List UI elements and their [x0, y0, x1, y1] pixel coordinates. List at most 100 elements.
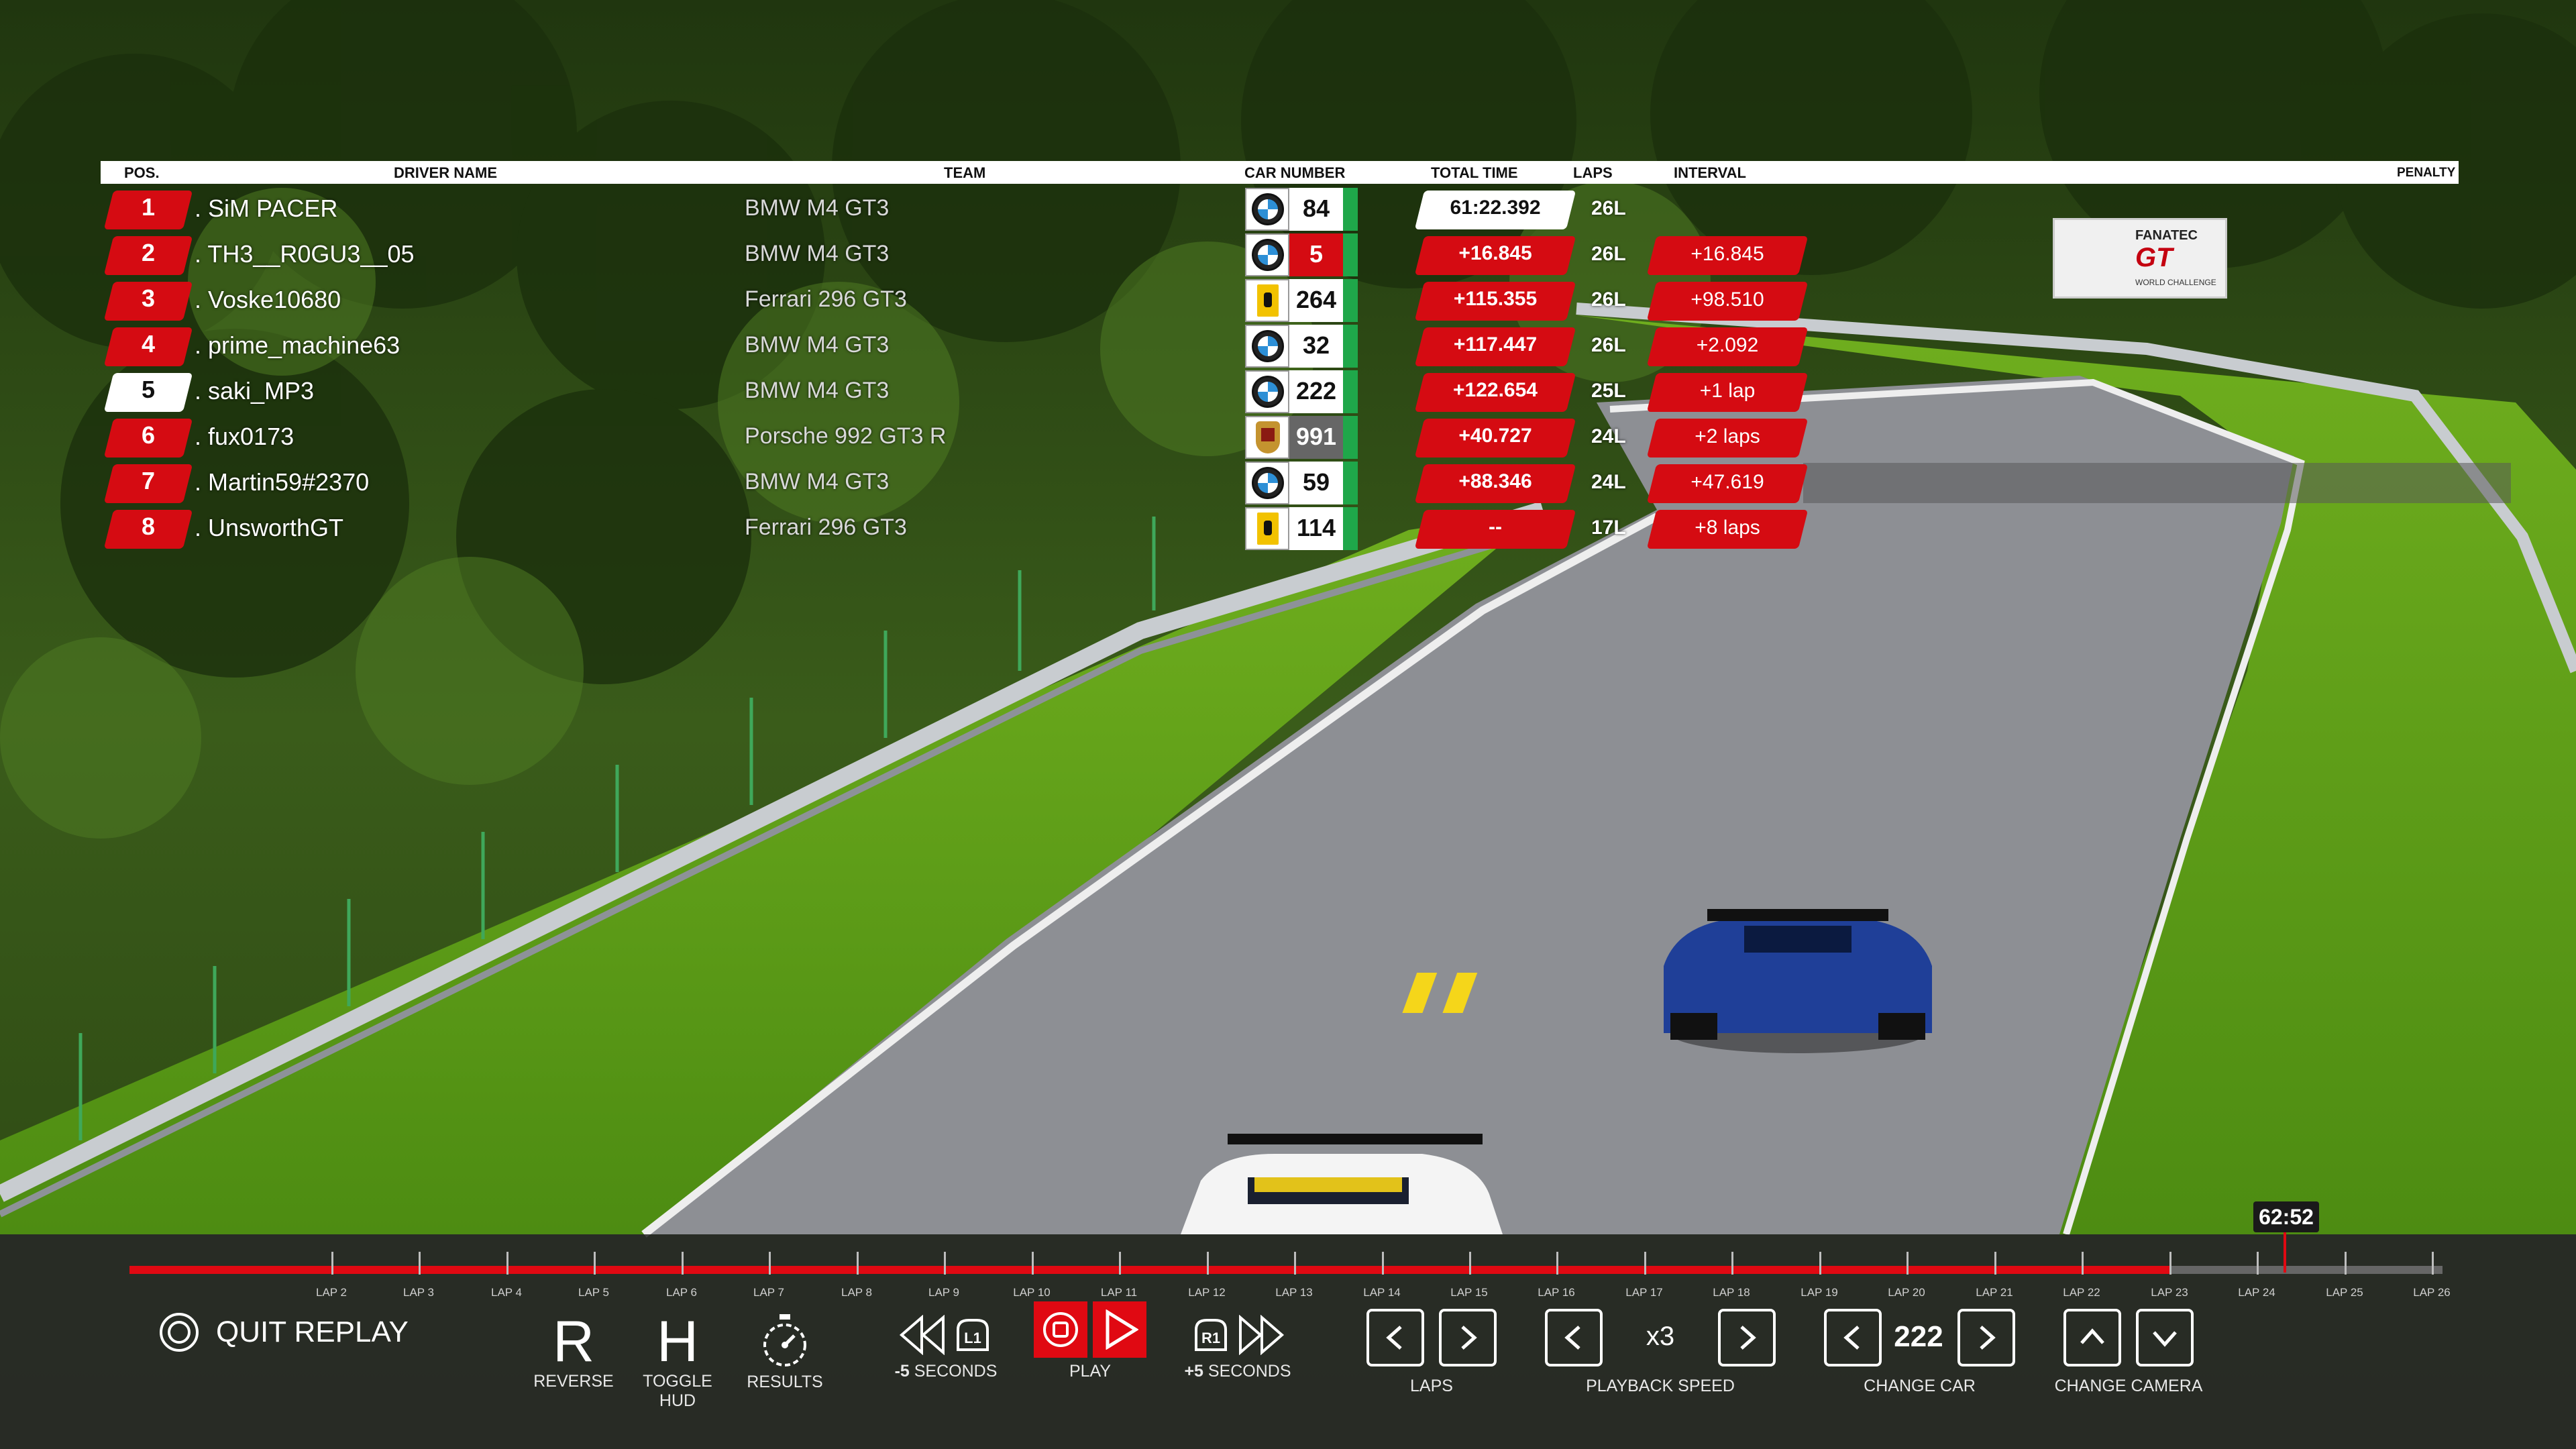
car-number: 59 [1289, 462, 1343, 504]
timeline-playhead[interactable] [2284, 1232, 2286, 1273]
playback-speed-value: x3 [1646, 1322, 1675, 1351]
play-toggle[interactable] [1093, 1301, 1146, 1358]
header-total-time: TOTAL TIME [1431, 164, 1518, 181]
timeline-tick [1731, 1252, 1733, 1275]
team-name: BMW M4 GT3 [745, 241, 890, 266]
bmw-logo-icon [1252, 239, 1284, 271]
total-time: +88.346 [1458, 470, 1532, 492]
laps-count: 26L [1591, 288, 1626, 311]
timeline-tick [1469, 1252, 1471, 1275]
quit-replay-label: QUIT REPLAY [216, 1316, 409, 1348]
timeline-tick [944, 1252, 946, 1275]
car-number: 84 [1289, 188, 1343, 231]
total-time: +40.727 [1458, 425, 1532, 447]
rewind-label: -5 SECONDS [885, 1362, 1006, 1381]
timeline-lap-label: LAP 12 [1188, 1286, 1226, 1299]
interval: +1 lap [1699, 380, 1756, 402]
results-button[interactable]: RESULTS [741, 1311, 828, 1392]
timeline-tick [769, 1252, 771, 1275]
playback-speed-label: PLAYBACK SPEED [1586, 1377, 1735, 1395]
timeline-tick [1907, 1252, 1909, 1275]
increase-speed-button[interactable] [1718, 1309, 1776, 1366]
decrease-speed-button[interactable] [1545, 1309, 1603, 1366]
header-pos: POS. [124, 164, 160, 181]
interval: +47.619 [1690, 471, 1764, 493]
header-team: TEAM [944, 164, 986, 181]
driver-name: . saki_MP3 [195, 377, 315, 405]
forward-label: +5 SECONDS [1174, 1362, 1301, 1381]
change-car-label: CHANGE CAR [1864, 1377, 1976, 1395]
l1-bumper-icon: L1 [957, 1319, 989, 1351]
timeline-tick [594, 1252, 596, 1275]
forward-5-seconds-button[interactable]: R1 +5 SECONDS [1174, 1308, 1301, 1381]
brand-logo-box [1245, 507, 1289, 550]
header-driver: DRIVER NAME [394, 164, 498, 181]
laps-count: 25L [1591, 380, 1626, 402]
timeline-lap-label: LAP 4 [490, 1286, 522, 1299]
brand-logo-box [1245, 462, 1289, 504]
timeline-lap-label: LAP 3 [402, 1286, 434, 1299]
play-button[interactable]: PLAY [1033, 1301, 1147, 1381]
car-number: 264 [1289, 279, 1343, 322]
class-strip [1343, 233, 1358, 276]
stop-toggle[interactable] [1034, 1301, 1087, 1358]
previous-camera-button[interactable] [2063, 1309, 2121, 1366]
leaderboard-row-selected[interactable]: 5 . saki_MP3 BMW M4 GT3 222 +122.654 25L… [101, 369, 2516, 415]
class-strip [1343, 188, 1358, 231]
rewind-icon [899, 1315, 945, 1355]
chevron-up-icon [2080, 1328, 2104, 1344]
rewind-5-seconds-button[interactable]: L1 -5 SECONDS [885, 1308, 1006, 1381]
timeline-lap-label: LAP 19 [1801, 1286, 1838, 1299]
chevron-right-icon [1980, 1326, 1996, 1350]
timeline-tick [1119, 1252, 1121, 1275]
quit-replay-button[interactable]: QUIT REPLAY [158, 1311, 409, 1353]
leaderboard-row[interactable]: 6 . fux0173 Porsche 992 GT3 R 991 +40.72… [101, 415, 2516, 460]
forward-seconds-value: +5 [1184, 1362, 1203, 1381]
rewind-seconds-value: -5 [894, 1362, 910, 1381]
driver-name: . SiM PACER [195, 195, 338, 222]
driver-name: . UnsworthGT [195, 514, 344, 541]
timeline-tick [857, 1252, 859, 1275]
toggle-hud-button[interactable]: H TOGGLE HUD [634, 1311, 721, 1411]
interval: +8 laps [1695, 517, 1760, 539]
timeline-lap-label: LAP 26 [2413, 1286, 2451, 1299]
leaderboard-row[interactable]: 7 . Martin59#2370 BMW M4 GT3 59 +88.346 … [101, 460, 2516, 506]
timeline-lap-label: LAP 5 [578, 1286, 609, 1299]
next-lap-button[interactable] [1439, 1309, 1497, 1366]
chevron-right-icon [1461, 1326, 1477, 1350]
class-strip [1343, 416, 1358, 459]
timeline-tick [2169, 1252, 2171, 1275]
driver-name: . fux0173 [195, 423, 294, 450]
class-strip [1343, 325, 1358, 368]
total-time: 61:22.392 [1450, 197, 1541, 219]
next-camera-button[interactable] [2136, 1309, 2194, 1366]
brand-logo-box [1245, 325, 1289, 368]
total-time: +115.355 [1453, 288, 1538, 310]
stopwatch-icon [763, 1314, 806, 1366]
timeline-tick [331, 1252, 333, 1275]
leaderboard-row[interactable]: 8 . UnsworthGT Ferrari 296 GT3 114 -- 17… [101, 506, 2516, 551]
timeline-lap-label: LAP 24 [2238, 1286, 2275, 1299]
play-label: PLAY [1069, 1362, 1112, 1381]
previous-lap-button[interactable] [1366, 1309, 1424, 1366]
bmw-logo-icon [1252, 330, 1284, 362]
total-time: +117.447 [1453, 333, 1538, 356]
chevron-left-icon [1564, 1326, 1580, 1350]
position-number: 6 [141, 421, 156, 449]
r1-key-text: R1 [1201, 1330, 1220, 1346]
previous-car-button[interactable] [1824, 1309, 1882, 1366]
chevron-left-icon [1386, 1326, 1402, 1350]
toggle-hud-key: H [656, 1309, 699, 1374]
leaderboard-row[interactable]: 4 . prime_machine63 BMW M4 GT3 32 +117.4… [101, 323, 2516, 369]
class-strip [1343, 279, 1358, 322]
porsche-logo-icon [1256, 421, 1280, 453]
brand-logo-box [1245, 233, 1289, 276]
reverse-button[interactable]: R REVERSE [530, 1311, 617, 1391]
fanatec-sign: FANATEC GT WORLD CHALLENGE [2053, 218, 2227, 299]
timeline-lap-label: LAP 20 [1888, 1286, 1925, 1299]
next-car-button[interactable] [1957, 1309, 2015, 1366]
ferrari-logo-icon [1257, 513, 1279, 545]
ferrari-logo-icon [1257, 284, 1279, 317]
interval: +16.845 [1690, 243, 1764, 265]
timeline-lap-label: LAP 7 [753, 1286, 784, 1299]
